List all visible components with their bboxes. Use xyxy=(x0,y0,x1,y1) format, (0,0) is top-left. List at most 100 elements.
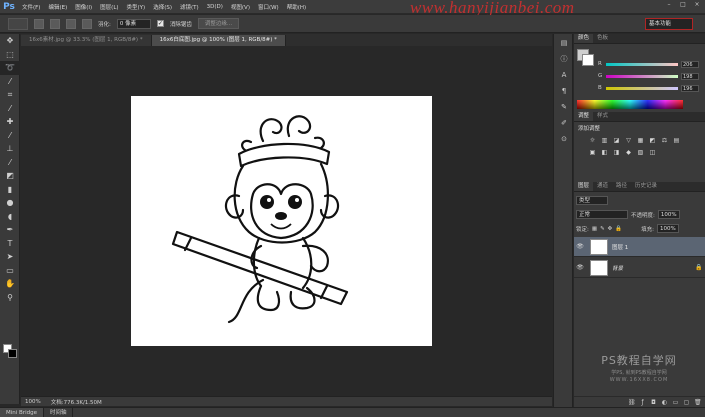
tab-layers[interactable]: 图层 xyxy=(574,182,594,191)
shape-tool-icon[interactable]: ▭ xyxy=(0,264,20,278)
levels-icon[interactable]: ▥ xyxy=(600,136,609,145)
lasso-preset-icon[interactable] xyxy=(8,17,28,30)
menu-edit[interactable]: 编辑(E) xyxy=(48,3,67,11)
refine-edge-button[interactable]: 调整边缘... xyxy=(197,18,240,29)
new-selection-icon[interactable] xyxy=(34,18,44,29)
doc-tab-white[interactable]: 16x6白底图.jpg @ 100% (图层 1, RGB/8#) * xyxy=(151,35,286,46)
intersect-selection-icon[interactable] xyxy=(82,18,92,29)
lock-move-icon[interactable]: ✥ xyxy=(608,226,613,232)
doc-tab-source[interactable]: 16x6素材.jpg @ 33.3% (图层 1, RGB/8#) * xyxy=(21,35,152,46)
tool-presets-icon[interactable]: ✎ xyxy=(555,100,573,114)
close-icon[interactable]: × xyxy=(693,1,701,9)
trash-icon[interactable]: 🗑 xyxy=(694,399,702,406)
dodge-tool-icon[interactable]: ◖ xyxy=(0,210,20,224)
eyedropper-tool-icon[interactable]: ⁄ xyxy=(0,102,20,116)
character-panel-icon[interactable]: A xyxy=(555,68,573,82)
color-background[interactable] xyxy=(582,54,594,66)
add-selection-icon[interactable] xyxy=(50,18,60,29)
type-tool-icon[interactable]: T xyxy=(0,237,20,251)
fill-input[interactable]: 100% xyxy=(657,224,679,233)
zoom-level[interactable]: 100% xyxy=(25,399,41,405)
photo-filter-icon[interactable]: ▣ xyxy=(588,148,597,157)
layer-row-1[interactable]: 👁 图层 1 xyxy=(574,237,705,257)
mask-icon[interactable]: ◘ xyxy=(650,399,657,406)
link-icon[interactable]: ⛓ xyxy=(628,399,636,406)
layer-name[interactable]: 图层 1 xyxy=(612,243,705,251)
blue-slider[interactable] xyxy=(606,86,678,90)
red-slider[interactable] xyxy=(606,62,678,66)
menu-help[interactable]: 帮助(H) xyxy=(287,3,306,11)
tab-history[interactable]: 历史记录 xyxy=(631,182,661,191)
layer-name[interactable]: 背景 xyxy=(612,264,695,272)
paragraph-panel-icon[interactable]: ¶ xyxy=(555,84,573,98)
hue-saturation-icon[interactable]: ◩ xyxy=(648,136,657,145)
eye-icon[interactable]: 👁 xyxy=(574,264,586,271)
eye-icon[interactable]: 👁 xyxy=(574,243,586,250)
menu-view[interactable]: 视图(V) xyxy=(231,3,250,11)
channel-mixer-icon[interactable]: ◧ xyxy=(600,148,609,157)
invert-icon[interactable]: ◆ xyxy=(624,148,633,157)
menu-3d[interactable]: 3D(D) xyxy=(207,4,223,10)
vibrance-icon[interactable]: ▦ xyxy=(636,136,645,145)
lasso-tool-icon[interactable]: ➰ xyxy=(0,61,20,75)
green-value[interactable]: 198 xyxy=(681,72,699,80)
hand-tool-icon[interactable]: ✋ xyxy=(0,277,20,291)
fx-icon[interactable]: ƒ xyxy=(639,399,646,406)
layer-kind-select[interactable]: 类型 xyxy=(576,196,608,205)
new-layer-icon[interactable]: ▢ xyxy=(683,399,690,406)
tab-color[interactable]: 颜色 xyxy=(574,34,594,43)
menu-window[interactable]: 窗口(W) xyxy=(258,3,279,11)
healing-tool-icon[interactable]: ✚ xyxy=(0,115,20,129)
blur-tool-icon[interactable]: ● xyxy=(0,196,20,210)
lock-brush-icon[interactable]: ✎ xyxy=(600,226,605,232)
tab-adjustments[interactable]: 调整 xyxy=(574,112,594,121)
zoom-tool-icon[interactable]: ⚲ xyxy=(0,291,20,305)
canvas-area[interactable] xyxy=(21,46,552,395)
tab-styles[interactable]: 样式 xyxy=(593,112,612,121)
tab-timeline[interactable]: 时间轴 xyxy=(44,407,74,417)
menu-file[interactable]: 文件(F) xyxy=(22,3,40,11)
brush-tool-icon[interactable]: ⁄ xyxy=(0,129,20,143)
marquee-tool-icon[interactable]: ⬚ xyxy=(0,48,20,62)
exposure-icon[interactable]: ▽ xyxy=(624,136,633,145)
stamp-tool-icon[interactable]: ⊥ xyxy=(0,142,20,156)
menu-select[interactable]: 选择(S) xyxy=(153,3,172,11)
black-white-icon[interactable]: ▤ xyxy=(672,136,681,145)
green-slider[interactable] xyxy=(606,74,678,78)
minimize-icon[interactable]: – xyxy=(665,1,673,9)
blend-mode-select[interactable]: 正常 xyxy=(576,210,628,219)
workspace-select[interactable]: 基本功能 xyxy=(645,18,693,30)
lock-pixels-icon[interactable]: ▦ xyxy=(592,226,597,232)
tab-channels[interactable]: 通道 xyxy=(593,182,612,191)
brush-panel-icon[interactable]: ✐ xyxy=(555,116,573,130)
menu-filter[interactable]: 滤镜(T) xyxy=(180,3,199,11)
tab-swatches[interactable]: 色板 xyxy=(593,34,612,43)
maximize-icon[interactable]: □ xyxy=(679,1,687,9)
tab-mini-bridge[interactable]: Mini Bridge xyxy=(0,407,44,417)
layer-row-background[interactable]: 👁 背景 🔒 xyxy=(574,258,705,278)
clone-source-icon[interactable]: ⊙ xyxy=(555,132,573,146)
color-balance-icon[interactable]: ⚖ xyxy=(660,136,669,145)
subtract-selection-icon[interactable] xyxy=(66,18,76,29)
history-brush-tool-icon[interactable]: ⁄ xyxy=(0,156,20,170)
red-value[interactable]: 206 xyxy=(681,60,699,68)
folder-icon[interactable]: ▭ xyxy=(672,399,679,406)
path-select-tool-icon[interactable]: ➤ xyxy=(0,250,20,264)
crop-tool-icon[interactable]: ⌗ xyxy=(0,88,20,102)
gradient-map-icon[interactable]: ◫ xyxy=(648,148,657,157)
lock-all-icon[interactable]: 🔒 xyxy=(615,226,622,232)
color-lookup-icon[interactable]: ◨ xyxy=(612,148,621,157)
curves-icon[interactable]: ◪ xyxy=(612,136,621,145)
pen-tool-icon[interactable]: ✒ xyxy=(0,223,20,237)
eraser-tool-icon[interactable]: ◩ xyxy=(0,169,20,183)
color-spectrum[interactable] xyxy=(577,100,683,109)
document-canvas[interactable] xyxy=(131,96,432,346)
tab-paths[interactable]: 路径 xyxy=(612,182,631,191)
antialias-checkbox[interactable]: ✓ xyxy=(156,20,164,27)
menu-type[interactable]: 类型(Y) xyxy=(127,3,146,11)
blue-value[interactable]: 196 xyxy=(681,84,699,92)
menu-image[interactable]: 图像(I) xyxy=(75,3,92,11)
quick-select-tool-icon[interactable]: ⁄ xyxy=(0,75,20,89)
feather-input[interactable]: 0 像素 xyxy=(116,18,151,29)
posterize-icon[interactable]: ▧ xyxy=(636,148,645,157)
